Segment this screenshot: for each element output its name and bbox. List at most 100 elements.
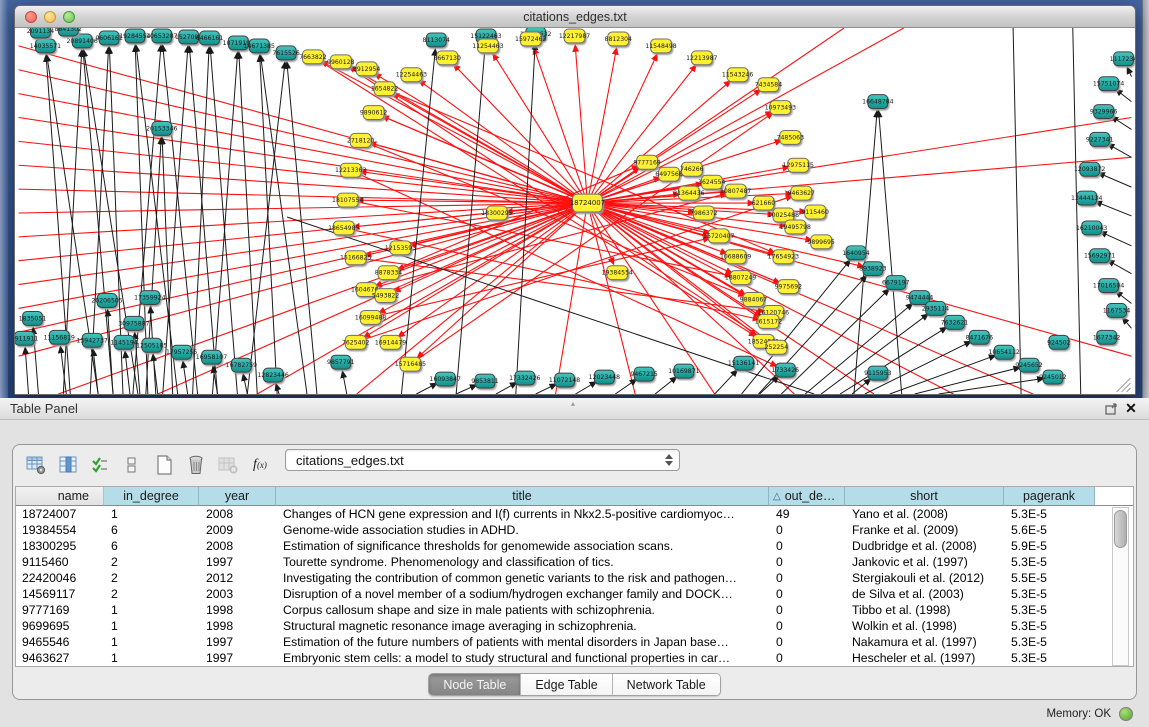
table-cell[interactable]: 9699695: [16, 619, 104, 633]
tab-node-table[interactable]: Node Table: [429, 674, 521, 695]
citation-edge-red[interactable]: [321, 61, 588, 203]
citation-edge-black[interactable]: [1013, 28, 1021, 394]
column-header-year[interactable]: year: [199, 487, 276, 506]
citation-edge-black[interactable]: [1098, 173, 1132, 187]
table-cell[interactable]: 1998: [199, 603, 276, 617]
table-row[interactable]: 946362711997Embryonic stem cells: a mode…: [16, 650, 1133, 666]
citation-edge-black[interactable]: [260, 55, 307, 394]
network-window-titlebar[interactable]: citations_edges.txt: [15, 6, 1135, 28]
table-cell[interactable]: 2: [104, 555, 199, 569]
scrollbar-thumb[interactable]: [1114, 510, 1127, 548]
table-cell[interactable]: 1: [104, 635, 199, 649]
table-row[interactable]: 1830029562008Estimation of significance …: [16, 538, 1133, 554]
citation-edge-black[interactable]: [1100, 232, 1132, 246]
citation-edge-red[interactable]: [371, 238, 710, 318]
select-all-icon[interactable]: [87, 452, 113, 478]
citation-edge-black[interactable]: [183, 361, 188, 394]
table-cell[interactable]: 0: [769, 635, 845, 649]
table-cell[interactable]: 2: [104, 587, 199, 601]
column-header-name[interactable]: name: [16, 487, 104, 506]
citation-edge-black[interactable]: [1107, 260, 1131, 274]
close-panel-icon[interactable]: ✕: [1121, 400, 1141, 418]
float-panel-icon[interactable]: [1101, 400, 1121, 418]
show-columns-icon[interactable]: [55, 452, 81, 478]
table-cell[interactable]: 5.3E-5: [1004, 635, 1095, 649]
table-vertical-scrollbar[interactable]: [1112, 507, 1129, 666]
citation-edge-red[interactable]: [356, 196, 793, 342]
table-row[interactable]: 1872400712008Changes of HCN gene express…: [16, 506, 1133, 522]
citation-edge-black[interactable]: [879, 111, 902, 394]
table-cell[interactable]: 1998: [199, 619, 276, 633]
memory-status-icon[interactable]: [1119, 707, 1133, 721]
table-cell[interactable]: 2012: [199, 571, 276, 585]
table-cell[interactable]: 6: [104, 523, 199, 537]
table-cell[interactable]: de Silva et al. (2003): [845, 587, 1004, 601]
table-cell[interactable]: 2008: [199, 507, 276, 521]
table-cell[interactable]: 5.3E-5: [1004, 619, 1095, 633]
table-cell[interactable]: 5.3E-5: [1004, 555, 1095, 569]
table-cell[interactable]: 5.3E-5: [1004, 651, 1095, 665]
clear-selection-icon[interactable]: [119, 452, 145, 478]
table-cell[interactable]: Changes of HCN gene expression and I(f) …: [276, 507, 769, 521]
citation-edge-red[interactable]: [356, 258, 765, 312]
table-cell[interactable]: Tibbo et al. (1998): [845, 603, 1004, 617]
table-cell[interactable]: 1: [104, 619, 199, 633]
table-cell[interactable]: 2008: [199, 539, 276, 553]
table-cell[interactable]: Estimation of the future numbers of pati…: [276, 635, 769, 649]
panel-divider-handle[interactable]: ▴: [571, 399, 575, 408]
table-cell[interactable]: Yano et al. (2008): [845, 507, 1004, 521]
citation-network-graph[interactable]: 1403557120891406960616119284554106532871…: [15, 28, 1135, 394]
citation-edge-red[interactable]: [398, 203, 588, 337]
table-cell[interactable]: 18300295: [16, 539, 104, 553]
table-cell[interactable]: 2003: [199, 587, 276, 601]
table-cell[interactable]: 9463627: [16, 651, 104, 665]
table-cell[interactable]: 6: [104, 539, 199, 553]
table-body[interactable]: 1872400712008Changes of HCN gene express…: [16, 506, 1133, 666]
network-canvas[interactable]: 1403557120891406960616119284554106532871…: [15, 28, 1135, 394]
table-cell[interactable]: 1: [104, 507, 199, 521]
table-cell[interactable]: Structural magnetic resonance image aver…: [276, 619, 769, 633]
citation-edge-black[interactable]: [1107, 144, 1131, 158]
table-cell[interactable]: 2: [104, 571, 199, 585]
table-cell[interactable]: 1: [104, 651, 199, 665]
table-cell[interactable]: Jankovic et al. (1997): [845, 555, 1004, 569]
citation-edge-black[interactable]: [93, 349, 98, 394]
citation-edge-red[interactable]: [587, 203, 635, 394]
citation-edge-red[interactable]: [534, 47, 588, 203]
table-cell[interactable]: 0: [769, 603, 845, 617]
table-cell[interactable]: 19384554: [16, 523, 104, 537]
column-header-title[interactable]: title: [276, 487, 769, 506]
citation-edge-red[interactable]: [587, 28, 903, 203]
zoom-window-icon[interactable]: [63, 11, 75, 23]
citation-edge-black[interactable]: [1122, 317, 1131, 328]
citation-edge-black[interactable]: [125, 351, 130, 394]
citation-edge-black[interactable]: [1095, 201, 1131, 216]
citation-edge-black[interactable]: [1073, 28, 1081, 394]
column-header-out-degree[interactable]: △out_de…: [769, 487, 845, 506]
table-cell[interactable]: 5.6E-5: [1004, 523, 1095, 537]
citation-edge-black[interactable]: [456, 385, 477, 394]
table-cell[interactable]: Estimation of significance thresholds fo…: [276, 539, 769, 553]
table-cell[interactable]: 9465546: [16, 635, 104, 649]
table-cell[interactable]: 0: [769, 571, 845, 585]
citation-edge-black[interactable]: [287, 62, 317, 394]
table-cell[interactable]: Nakamura et al. (1997): [845, 635, 1004, 649]
citation-edge-black[interactable]: [163, 45, 198, 394]
citation-edge-red[interactable]: [19, 203, 588, 356]
table-options-icon[interactable]: [23, 452, 49, 478]
table-cell[interactable]: 5.5E-5: [1004, 571, 1095, 585]
table-row[interactable]: 946554611997Estimation of the future num…: [16, 634, 1133, 650]
table-row[interactable]: 969969511998Structural magnetic resonanc…: [16, 618, 1133, 634]
table-cell[interactable]: 5.3E-5: [1004, 507, 1095, 521]
table-cell[interactable]: 0: [769, 539, 845, 553]
table-cell[interactable]: 14569117: [16, 587, 104, 601]
citation-edge-black[interactable]: [805, 303, 913, 394]
citation-edge-red[interactable]: [19, 94, 588, 203]
table-selector[interactable]: citations_edges.txt: [285, 449, 680, 471]
table-cell[interactable]: 9115460: [16, 555, 104, 569]
table-row[interactable]: 977716911998Corpus callosum shape and si…: [16, 602, 1133, 618]
citation-edge-black[interactable]: [193, 47, 209, 394]
citation-edge-black[interactable]: [210, 47, 237, 394]
citation-edge-black[interactable]: [342, 371, 346, 394]
new-table-icon[interactable]: [151, 452, 177, 478]
